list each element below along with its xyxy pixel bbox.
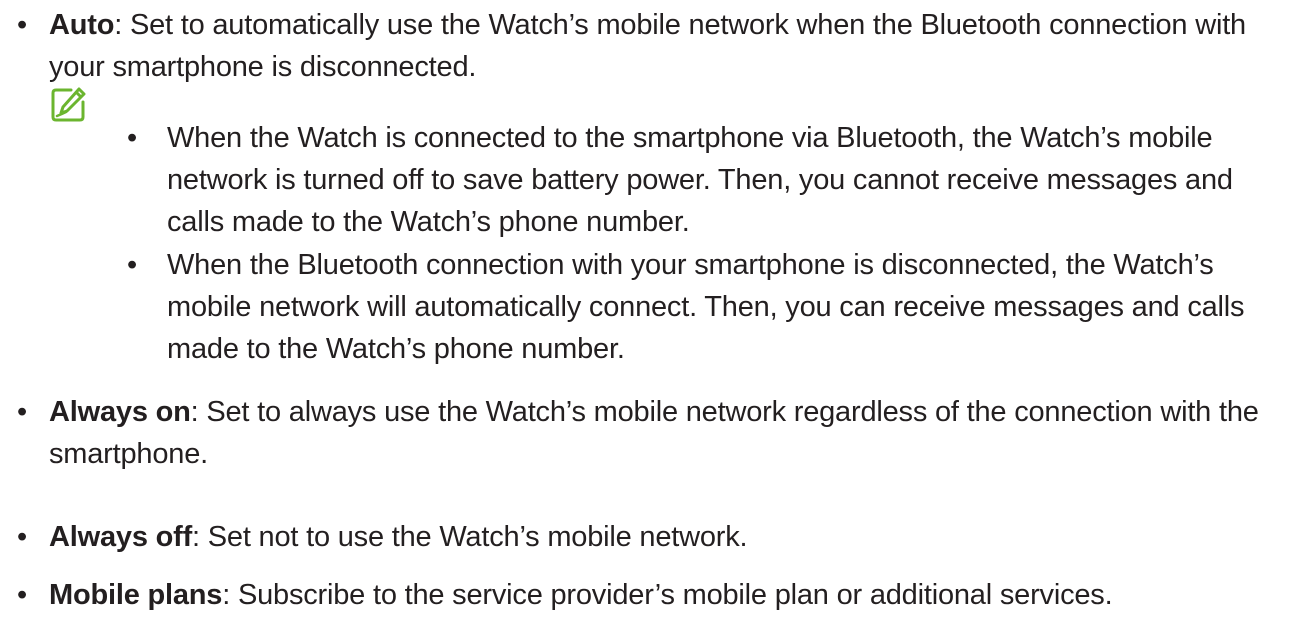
note-pencil-icon: [50, 87, 86, 123]
description-always-on: : Set to always use the Watch’s mobile n…: [49, 396, 1259, 470]
description-always-off: : Set not to use the Watch’s mobile netw…: [192, 521, 748, 553]
list-item-text: Auto: Set to automatically use the Watch…: [49, 4, 1282, 88]
term-always-off: Always off: [49, 521, 193, 553]
bullet: •: [17, 579, 27, 611]
note-text-1: When the Watch is connected to the smart…: [167, 122, 1233, 238]
document-page: • Auto: Set to automatically use the Wat…: [0, 0, 1293, 627]
description-auto: : Set to automatically use the Watch’s m…: [49, 9, 1246, 83]
bullet: •: [127, 249, 137, 281]
bullet: •: [17, 521, 27, 553]
description-mobile-plans: : Subscribe to the service provider’s mo…: [222, 579, 1113, 611]
term-mobile-plans: Mobile plans: [49, 579, 223, 611]
list-item-text: Always off: Set not to use the Watch’s m…: [49, 516, 1282, 558]
note-text-2: When the Bluetooth connection with your …: [167, 249, 1245, 365]
term-always-on: Always on: [49, 396, 191, 428]
list-item-text: Always on: Set to always use the Watch’s…: [49, 391, 1282, 475]
bullet: •: [17, 396, 27, 428]
bullet: •: [17, 9, 27, 41]
term-auto: Auto: [49, 9, 115, 41]
list-item-text: Mobile plans: Subscribe to the service p…: [49, 574, 1282, 616]
bullet: •: [127, 122, 137, 154]
